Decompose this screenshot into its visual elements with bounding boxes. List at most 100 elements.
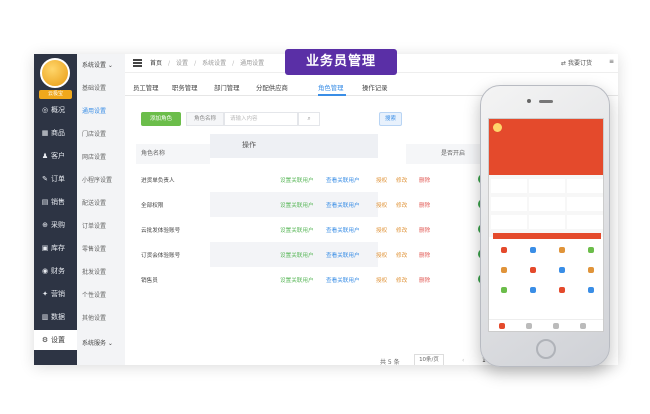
delete-link[interactable]: 删除 xyxy=(419,226,430,234)
tab-departments[interactable]: 部门管理 xyxy=(214,83,240,92)
edit-link[interactable]: 修改 xyxy=(396,176,407,184)
home-button[interactable] xyxy=(536,339,556,359)
tab-staff[interactable]: 员工管理 xyxy=(133,83,159,92)
subsidebar-item-custom[interactable]: 个性设置 xyxy=(82,290,106,299)
mobile-shortcut-icon[interactable] xyxy=(588,247,594,253)
page-size-select[interactable]: 10条/页 xyxy=(414,354,444,365)
sidebar-item-customers[interactable]: ♟ 客户 xyxy=(34,146,77,166)
mobile-shortcut-icon[interactable] xyxy=(588,287,594,293)
role-name: 订货会体验账号 xyxy=(141,253,181,259)
mobile-shortcut-icon[interactable] xyxy=(559,247,565,253)
add-role-button[interactable]: 添加角色 xyxy=(141,112,181,126)
tab-suppliers[interactable]: 分配供应商 xyxy=(256,83,288,92)
tab-positions[interactable]: 职务管理 xyxy=(172,83,198,92)
sidebar-item-sales[interactable]: ▤ 销售 xyxy=(34,192,77,212)
mobile-avatar xyxy=(493,123,502,132)
mobile-shortcut-icon[interactable] xyxy=(530,267,536,273)
authorize-link[interactable]: 授权 xyxy=(376,226,387,234)
authorize-link[interactable]: 授权 xyxy=(376,176,387,184)
subsidebar-item-order[interactable]: 订单设置 xyxy=(82,221,106,230)
mobile-shortcut-icon[interactable] xyxy=(559,287,565,293)
set-linked-users-link[interactable]: 设置关联用户 xyxy=(280,201,314,209)
mobile-shortcut-icon[interactable] xyxy=(501,267,507,273)
sidebar-item-data[interactable]: ▥ 数据 xyxy=(34,307,77,327)
subsidebar-item-wholesale[interactable]: 批发设置 xyxy=(82,267,106,276)
edit-link[interactable]: 修改 xyxy=(396,251,407,259)
subsidebar-item-general[interactable]: 通用设置 xyxy=(82,106,106,115)
view-linked-users-link[interactable]: 查看关联用户 xyxy=(326,226,360,234)
edit-link[interactable]: 修改 xyxy=(396,226,407,234)
mobile-tab-icon[interactable] xyxy=(553,323,559,329)
authorize-link[interactable]: 授权 xyxy=(376,276,387,284)
mobile-tab-icon[interactable] xyxy=(580,323,586,329)
chart-icon: ◎ xyxy=(41,106,49,114)
sidebar-item-settings[interactable]: ⚙ 设置 xyxy=(34,330,77,350)
mobile-tab-home-icon[interactable] xyxy=(499,323,505,329)
sidebar-item-overview[interactable]: ◎ 概况 xyxy=(34,100,77,120)
subsidebar-item-webstore[interactable]: 网店设置 xyxy=(82,152,106,161)
edit-link[interactable]: 修改 xyxy=(396,276,407,284)
mobile-shortcut-icon[interactable] xyxy=(501,287,507,293)
prev-page-button[interactable]: ‹ xyxy=(462,357,464,364)
sidebar-item-stock[interactable]: ▣ 库存 xyxy=(34,238,77,258)
tab-roles[interactable]: 角色管理 xyxy=(318,83,344,92)
subsidebar-item-basic[interactable]: 基础设置 xyxy=(82,83,106,92)
search-button[interactable]: 搜索 xyxy=(379,112,402,126)
mobile-card xyxy=(491,197,527,211)
subsidebar-item-other[interactable]: 其他设置 xyxy=(82,313,106,322)
set-linked-users-link[interactable]: 设置关联用户 xyxy=(280,251,314,259)
crumb-system[interactable]: 系统设置 xyxy=(202,60,226,67)
set-linked-users-link[interactable]: 设置关联用户 xyxy=(280,226,314,234)
view-linked-users-link[interactable]: 查看关联用户 xyxy=(326,276,360,284)
subsidebar-item-miniapp[interactable]: 小程序设置 xyxy=(82,175,112,184)
crumb-home[interactable]: 首页 xyxy=(150,60,162,67)
search-icon[interactable]: ⌕ xyxy=(298,112,320,126)
mobile-shortcut-icon[interactable] xyxy=(530,247,536,253)
crumb-general: 通用设置 xyxy=(240,60,265,67)
set-linked-users-link[interactable]: 设置关联用户 xyxy=(280,176,314,184)
role-name: 全部权限 xyxy=(141,203,164,209)
authorize-link[interactable]: 授权 xyxy=(376,201,387,209)
sidebar-item-goods[interactable]: ▦ 商品 xyxy=(34,123,77,143)
authorize-link[interactable]: 授权 xyxy=(376,251,387,259)
mobile-shortcut-icon[interactable] xyxy=(501,247,507,253)
mobile-shortcut-icon[interactable] xyxy=(530,287,536,293)
delete-link[interactable]: 删除 xyxy=(419,176,430,184)
sidebar-item-orders[interactable]: ✎ 订单 xyxy=(34,169,77,189)
sidebar-item-purchase[interactable]: ⊕ 采购 xyxy=(34,215,77,235)
col-header-name: 角色名称 xyxy=(136,144,210,164)
mobile-shortcut-icon[interactable] xyxy=(559,267,565,273)
set-linked-users-link[interactable]: 设置关联用户 xyxy=(280,276,314,284)
menu-icon[interactable] xyxy=(133,59,142,67)
delete-link[interactable]: 删除 xyxy=(419,276,430,284)
mobile-card xyxy=(529,179,565,193)
feature-title-banner: 业务员管理 xyxy=(285,49,397,75)
sidebar-item-marketing[interactable]: ✦ 营销 xyxy=(34,284,77,304)
subsidebar-item-delivery[interactable]: 配送设置 xyxy=(82,198,106,207)
mobile-shortcut-icon[interactable] xyxy=(588,267,594,273)
delete-link[interactable]: 删除 xyxy=(419,251,430,259)
mobile-cards xyxy=(489,175,603,237)
subsidebar-item-store[interactable]: 门店设置 xyxy=(82,129,106,138)
delete-link[interactable]: 删除 xyxy=(419,201,430,209)
view-linked-users-link[interactable]: 查看关联用户 xyxy=(326,176,360,184)
mobile-tab-icon[interactable] xyxy=(526,323,532,329)
role-name: 销售员 xyxy=(141,278,158,284)
box-icon: ▣ xyxy=(41,244,49,252)
mobile-shortcuts xyxy=(489,239,603,319)
brand-label: 云极宝 xyxy=(39,90,72,99)
subsidebar-item-retail[interactable]: 零售设置 xyxy=(82,244,106,253)
role-search-input[interactable]: 请输入内容 xyxy=(224,112,298,126)
crumb-settings[interactable]: 设置 xyxy=(176,60,188,67)
sidebar-item-finance[interactable]: ◉ 财务 xyxy=(34,261,77,281)
mobile-card xyxy=(491,179,527,193)
view-linked-users-link[interactable]: 查看关联用户 xyxy=(326,201,360,209)
order-link[interactable]: ⇄ 我要订货 xyxy=(561,58,592,67)
view-linked-users-link[interactable]: 查看关联用户 xyxy=(326,251,360,259)
more-icon[interactable]: ≡ xyxy=(609,58,614,65)
edit-link[interactable]: 修改 xyxy=(396,201,407,209)
subsidebar-header[interactable]: 系统设置 ⌄ xyxy=(82,60,113,69)
subsidebar-footer[interactable]: 系统服务 ⌄ xyxy=(82,338,113,347)
doc-icon: ▤ xyxy=(41,198,49,206)
tab-logs[interactable]: 操作记录 xyxy=(362,83,388,92)
